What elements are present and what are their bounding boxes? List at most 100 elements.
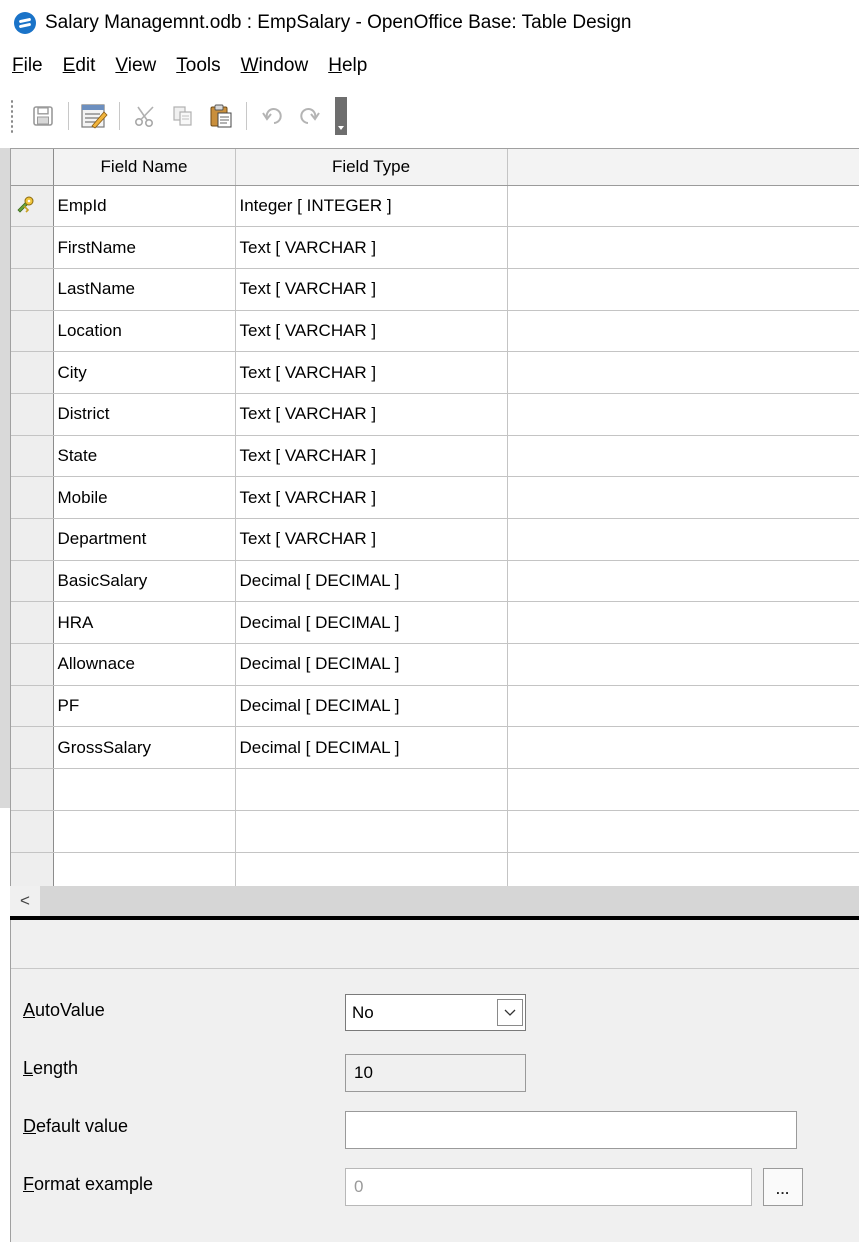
field-name-cell[interactable]: City [53,351,236,394]
toolbar-overflow-icon[interactable] [335,97,347,135]
field-type-cell[interactable] [235,810,508,853]
field-type-cell[interactable] [235,852,508,886]
field-name-cell[interactable] [53,810,236,853]
menu-view[interactable]: View [115,55,156,77]
description-cell[interactable] [507,726,859,770]
table-row[interactable]: Department Text [ VARCHAR ] [11,518,859,561]
field-type-cell[interactable]: Text [ VARCHAR ] [235,476,508,519]
field-type-cell[interactable]: Decimal [ DECIMAL ] [235,601,508,645]
redo-button[interactable] [293,99,327,133]
row-header[interactable] [11,810,54,853]
field-type-cell[interactable]: Text [ VARCHAR ] [235,435,508,478]
field-name-cell[interactable]: FirstName [53,226,236,269]
table-row[interactable]: PF Decimal [ DECIMAL ] [11,685,859,728]
table-row[interactable] [11,852,859,886]
field-type-cell[interactable]: Text [ VARCHAR ] [235,310,508,353]
dropdown-button[interactable] [497,999,523,1026]
description-cell[interactable] [507,685,859,728]
row-header[interactable] [11,560,54,603]
description-cell[interactable] [507,226,859,269]
menu-tools[interactable]: Tools [176,55,220,77]
table-row[interactable]: District Text [ VARCHAR ] [11,393,859,436]
table-row[interactable]: Location Text [ VARCHAR ] [11,310,859,353]
column-header-field-type[interactable]: Field Type [235,149,508,186]
edit-design-button[interactable] [77,99,111,133]
row-header[interactable] [11,268,54,311]
table-row[interactable]: Allownace Decimal [ DECIMAL ] [11,643,859,686]
row-header[interactable] [11,518,54,561]
description-cell[interactable] [507,268,859,311]
table-row[interactable]: LastName Text [ VARCHAR ] [11,268,859,311]
description-cell[interactable] [507,310,859,353]
description-cell[interactable] [507,601,859,645]
field-name-cell[interactable]: PF [53,685,236,728]
row-header[interactable] [11,601,54,645]
row-header[interactable] [11,435,54,478]
description-cell[interactable] [507,768,859,811]
table-row[interactable]: HRA Decimal [ DECIMAL ] [11,601,859,645]
description-cell[interactable] [507,351,859,394]
row-header[interactable] [11,226,54,269]
field-name-cell[interactable]: State [53,435,236,478]
field-name-cell[interactable]: HRA [53,601,236,645]
description-cell[interactable] [507,810,859,853]
row-header[interactable] [11,643,54,686]
length-field[interactable]: 10 [345,1054,526,1092]
description-cell[interactable] [507,476,859,519]
save-button[interactable] [26,99,60,133]
table-row[interactable]: GrossSalary Decimal [ DECIMAL ] [11,726,859,770]
description-cell[interactable] [507,560,859,603]
field-type-cell[interactable]: Text [ VARCHAR ] [235,268,508,311]
field-name-cell[interactable]: Mobile [53,476,236,519]
menu-window[interactable]: Window [241,55,309,77]
format-example-field[interactable]: 0 [345,1168,752,1206]
field-type-cell[interactable]: Decimal [ DECIMAL ] [235,685,508,728]
field-name-cell[interactable]: LastName [53,268,236,311]
undo-button[interactable] [255,99,289,133]
default-value-field[interactable] [345,1111,797,1149]
field-name-cell[interactable]: GrossSalary [53,726,236,770]
description-cell[interactable] [507,518,859,561]
field-name-cell[interactable]: Allownace [53,643,236,686]
field-type-cell[interactable]: Text [ VARCHAR ] [235,518,508,561]
description-cell[interactable] [507,393,859,436]
field-type-cell[interactable]: Integer [ INTEGER ] [235,185,508,228]
row-header[interactable] [11,393,54,436]
column-header-field-name[interactable]: Field Name [53,149,236,186]
row-header[interactable] [11,768,54,811]
field-type-cell[interactable]: Decimal [ DECIMAL ] [235,726,508,770]
field-name-cell[interactable]: District [53,393,236,436]
table-row[interactable]: Mobile Text [ VARCHAR ] [11,476,859,519]
description-cell[interactable] [507,185,859,228]
table-row[interactable] [11,768,859,811]
description-cell[interactable] [507,852,859,886]
field-type-cell[interactable]: Text [ VARCHAR ] [235,351,508,394]
field-name-cell[interactable]: EmpId [53,185,236,228]
field-name-cell[interactable]: Location [53,310,236,353]
field-name-cell[interactable] [53,852,236,886]
field-type-cell[interactable]: Text [ VARCHAR ] [235,226,508,269]
field-type-cell[interactable]: Decimal [ DECIMAL ] [235,643,508,686]
autovalue-select[interactable]: No [345,994,526,1031]
description-cell[interactable] [507,643,859,686]
table-row[interactable]: EmpId Integer [ INTEGER ] [11,185,859,228]
table-row[interactable]: City Text [ VARCHAR ] [11,351,859,394]
row-header[interactable] [11,476,54,519]
column-header-description[interactable] [507,149,859,186]
row-header[interactable] [11,310,54,353]
row-header[interactable] [11,351,54,394]
table-row[interactable]: FirstName Text [ VARCHAR ] [11,226,859,269]
horizontal-scrollbar[interactable]: < [10,886,859,916]
toolbar-grip-handle[interactable] [10,99,14,133]
field-type-cell[interactable]: Decimal [ DECIMAL ] [235,560,508,603]
copy-button[interactable] [166,99,200,133]
format-example-button[interactable]: ... [763,1168,803,1206]
row-header[interactable] [11,726,54,770]
cut-button[interactable] [128,99,162,133]
table-row[interactable]: State Text [ VARCHAR ] [11,435,859,478]
description-cell[interactable] [507,435,859,478]
menu-edit[interactable]: Edit [63,55,96,77]
grid-corner-cell[interactable] [11,149,54,186]
menu-help[interactable]: Help [328,55,367,77]
field-type-cell[interactable]: Text [ VARCHAR ] [235,393,508,436]
